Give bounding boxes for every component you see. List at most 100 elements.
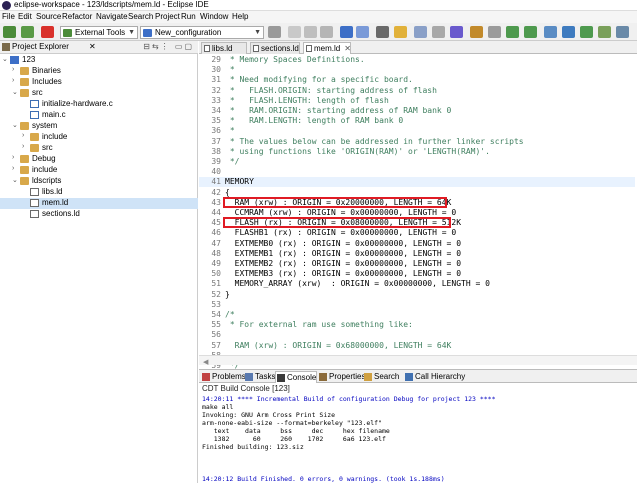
tree-item-src[interactable]: › src [0, 143, 198, 154]
open-perspective-icon[interactable] [616, 26, 629, 38]
code-line: 56 [199, 330, 635, 340]
code-line: 52} [199, 290, 635, 300]
c-perspective-icon[interactable] [562, 26, 575, 38]
menu-item-project[interactable]: Project [155, 12, 180, 21]
tree-item-label: mem.ld [42, 198, 69, 207]
console-title: CDT Build Console [123] [202, 384, 290, 393]
tree-item-include[interactable]: › include [0, 132, 198, 143]
debug-perspective-icon[interactable] [580, 26, 593, 38]
open-folder-icon[interactable] [394, 26, 407, 38]
menu-item-source[interactable]: Source [36, 12, 61, 21]
project-explorer-header: Project Explorer ✕ ⊟⇆⋮ ▭▢ [0, 41, 198, 54]
chevron-down-icon[interactable]: ⌄ [12, 121, 18, 129]
code-line: 50 EXTMEMB3 (rx) : ORIGIN = 0x00000000, … [199, 269, 635, 279]
external-tools-label: External Tools [75, 28, 126, 37]
code-editor[interactable]: 29 * Memory Spaces Definitions. 30 * 31 * … [199, 55, 637, 380]
tab-console[interactable]: Console [275, 371, 318, 383]
tree-item-label: initialize-hardware.c [42, 99, 113, 108]
chevron-down-icon[interactable]: ⌄ [12, 88, 18, 96]
line-number: 43 [211, 197, 221, 207]
menu-item-edit[interactable]: Edit [18, 12, 32, 21]
line-number: 49 [211, 259, 221, 268]
code-line: 41 MEMORY [199, 177, 635, 188]
tree-item-src[interactable]: ⌄ src [0, 88, 198, 99]
stop-icon[interactable] [41, 26, 54, 38]
tab-tasks[interactable]: Tasks [244, 371, 275, 383]
tab-search[interactable]: Search [363, 371, 399, 383]
new-c-project-icon[interactable] [340, 26, 353, 38]
history-icon[interactable] [488, 26, 501, 38]
chevron-right-icon[interactable]: › [12, 66, 14, 73]
save-icon[interactable] [304, 26, 317, 38]
tree-item-mem-ld[interactable]: mem.ld [0, 198, 198, 209]
chevron-right-icon[interactable]: › [12, 77, 14, 84]
git-perspective-icon[interactable] [598, 26, 611, 38]
chevron-down-icon[interactable]: ⌄ [2, 55, 8, 63]
tree-item-system[interactable]: ⌄ system [0, 121, 198, 132]
tab-call-hierarchy[interactable]: Call Hierarchy [404, 371, 465, 383]
toggle-icon[interactable] [432, 26, 445, 38]
edit-icon[interactable] [470, 26, 483, 38]
open-type-icon[interactable] [376, 26, 389, 38]
tree-item-debug[interactable]: › Debug [0, 154, 198, 165]
tree-item-sections-ld[interactable]: sections.ld [0, 209, 198, 220]
tree-item-include[interactable]: › include [0, 165, 198, 176]
scroll-left-icon[interactable]: ◀ [203, 358, 208, 366]
view-toolbar[interactable]: ⊟⇆⋮ ▭▢ [143, 42, 194, 51]
annotation-icon[interactable] [450, 26, 463, 38]
tree-item-ldscripts[interactable]: ⌄ ldscripts [0, 176, 198, 187]
bottom-panel: Problems Tasks Console Properties Search Call… [199, 369, 637, 483]
project-explorer-title[interactable]: Project Explorer [12, 42, 69, 51]
settings-icon[interactable] [268, 26, 281, 38]
close-icon[interactable]: ✕ [344, 44, 351, 53]
tree-item-initialize-hardware-c[interactable]: initialize-hardware.c [0, 99, 198, 110]
external-tools-icon [63, 29, 72, 37]
tab-properties[interactable]: Properties [318, 371, 365, 383]
chevron-right-icon[interactable]: › [12, 154, 14, 161]
external-tools-button[interactable]: External Tools ▼ [60, 26, 138, 39]
menu-item-help[interactable]: Help [232, 12, 248, 21]
code-line: 55 * For external ram use something like… [199, 320, 635, 330]
tree-item-main-c[interactable]: main.c [0, 110, 198, 121]
tree-item-libs-ld[interactable]: libs.ld [0, 187, 198, 198]
tab-libs-ld[interactable]: libs.ld [201, 42, 247, 54]
tree-item-includes[interactable]: › Includes [0, 77, 198, 88]
launch-config-icon [143, 29, 152, 37]
build-icon[interactable] [3, 26, 16, 38]
menu-item-window[interactable]: Window [200, 12, 228, 21]
back-icon[interactable] [506, 26, 519, 38]
perspective-icon[interactable] [544, 26, 557, 38]
menu-item-search[interactable]: Search [128, 12, 153, 21]
menu-item-file[interactable]: File [2, 12, 15, 21]
chevron-right-icon[interactable]: › [12, 165, 14, 172]
menu-item-refactor[interactable]: Refactor [62, 12, 92, 21]
console-output[interactable]: 14:20:11 **** Incremental Build of confi… [199, 395, 637, 484]
line-number: 50 [211, 269, 221, 279]
debug-config-icon[interactable] [21, 26, 34, 38]
search-icon[interactable] [414, 26, 427, 38]
close-icon[interactable]: ✕ [89, 42, 96, 51]
tab-problems[interactable]: Problems [201, 371, 246, 383]
new-class-icon[interactable] [356, 26, 369, 38]
tree-item-123[interactable]: ⌄ 123 [0, 55, 198, 66]
line-number: 40 [211, 167, 221, 177]
tree-item-binaries[interactable]: › Binaries [0, 66, 198, 77]
new-icon[interactable] [288, 26, 301, 38]
code-line: 32 * FLASH.ORIGIN: starting address of f… [199, 86, 635, 96]
save-all-icon[interactable] [320, 26, 333, 38]
tab-sections-ld[interactable]: sections.ld [250, 42, 300, 54]
forward-icon[interactable] [524, 26, 537, 38]
launch-configuration-select[interactable]: New_configuration ▼ [140, 26, 264, 39]
chevron-down-icon: ▼ [128, 29, 135, 36]
tab-mem-ld[interactable]: mem.ld ✕ [303, 42, 351, 54]
line-number: 31 [211, 75, 221, 85]
menu-item-run[interactable]: Run [181, 12, 196, 21]
horizontal-scrollbar[interactable]: ◀ [199, 355, 637, 366]
chevron-down-icon[interactable]: ⌄ [12, 176, 18, 184]
file-icon [306, 45, 312, 52]
menu-item-navigate[interactable]: Navigate [96, 12, 128, 21]
chevron-right-icon[interactable]: › [22, 132, 24, 139]
folder-icon [20, 122, 29, 130]
console-line: make all [202, 403, 234, 411]
chevron-right-icon[interactable]: › [22, 143, 24, 150]
